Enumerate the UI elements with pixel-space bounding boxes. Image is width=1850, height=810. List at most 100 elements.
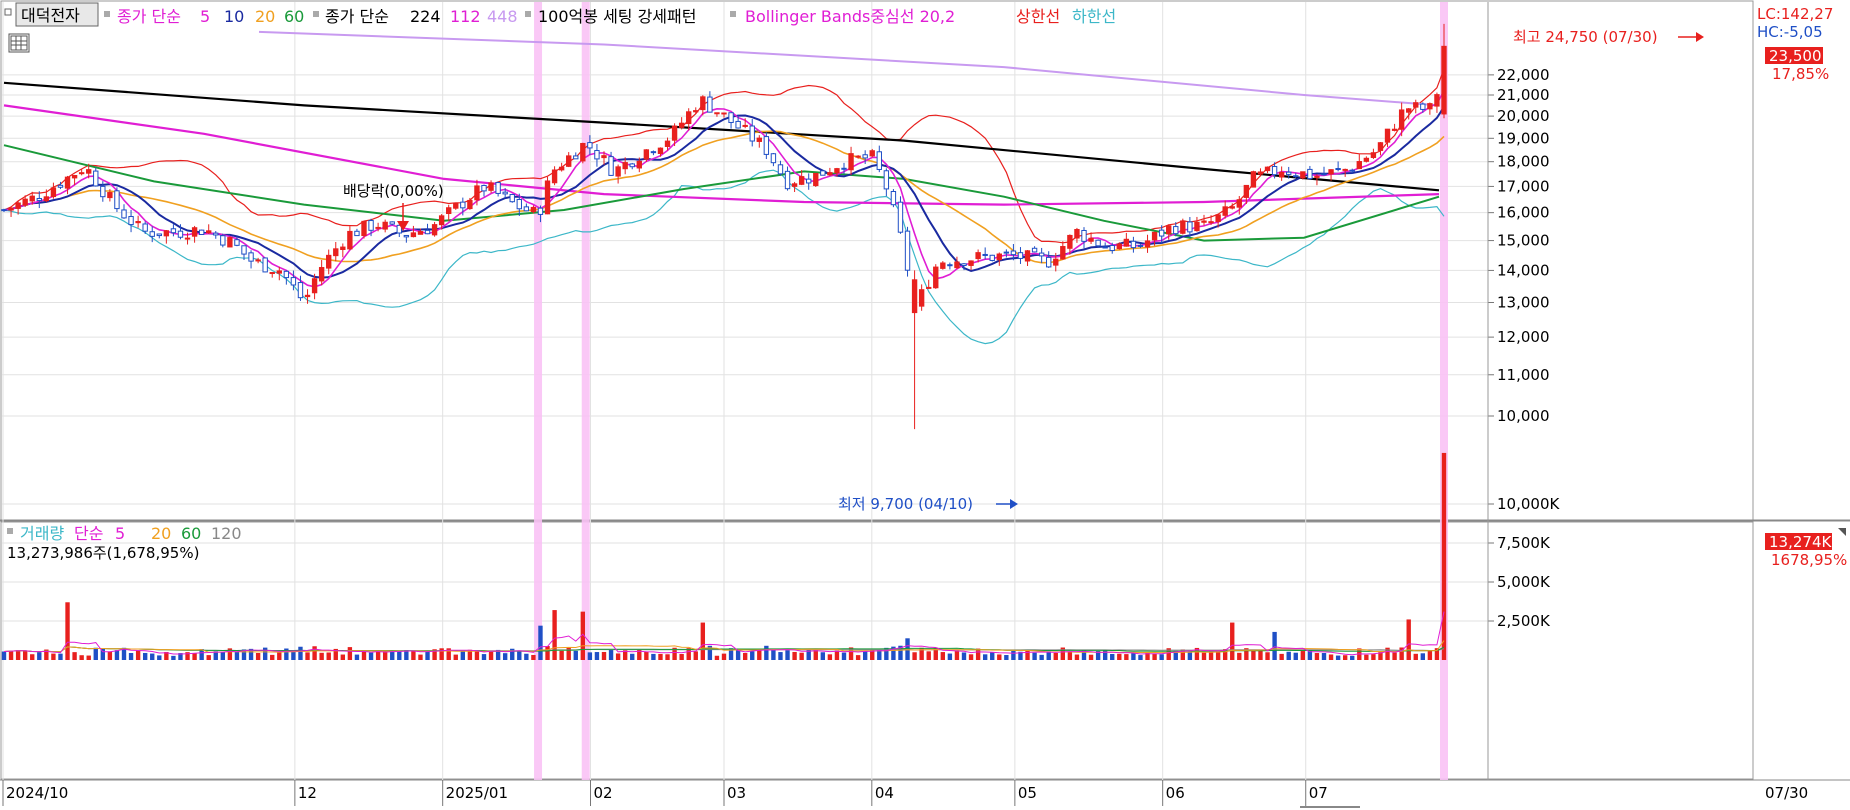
volume-bar — [1300, 651, 1306, 660]
sma-long-label[interactable]: 종가 단순 — [325, 7, 389, 26]
pattern-label[interactable]: 100억봉 세팅 강세패턴 — [538, 7, 696, 26]
candle-body — [968, 260, 974, 266]
price-tick-label: 13,000 — [1497, 293, 1550, 311]
sma-period-112[interactable]: 112 — [450, 7, 481, 26]
candlestick — [1300, 171, 1306, 180]
volume-tick-label: 10,000K — [1497, 495, 1560, 513]
candle-body — [587, 142, 593, 149]
candle-body — [1095, 239, 1101, 247]
dividend-label: 배당락(0,00%) — [343, 182, 444, 200]
candle-body — [481, 184, 487, 192]
volume-bar — [1159, 654, 1164, 660]
sma-period-20[interactable]: 20 — [255, 7, 275, 26]
price-tick-label: 17,000 — [1497, 177, 1550, 195]
legend-square-icon — [104, 11, 110, 17]
volume-bar — [926, 651, 931, 660]
sma-period-5[interactable]: 5 — [200, 7, 210, 26]
candle-body — [1384, 128, 1391, 143]
legend-square-icon — [730, 11, 736, 17]
candle-body — [693, 110, 699, 113]
candle-body — [1349, 169, 1355, 172]
candle-body — [911, 279, 918, 314]
candlestick — [361, 220, 367, 239]
candle-body — [1187, 221, 1193, 233]
candle-body — [417, 231, 424, 235]
candle-body — [474, 185, 480, 201]
candlestick — [509, 193, 515, 203]
volume-bar — [30, 654, 35, 660]
candle-body — [50, 187, 57, 198]
volume-bar — [757, 650, 762, 660]
volume-bar — [587, 652, 593, 660]
volume-bar — [764, 645, 769, 660]
candle-body — [382, 221, 388, 230]
volume-bar — [157, 655, 162, 660]
volume-bar — [347, 647, 353, 660]
volume-bar — [474, 650, 480, 660]
candle-body — [671, 125, 678, 141]
volume-bar — [608, 649, 614, 660]
candle-body — [191, 227, 198, 237]
candle-body — [770, 153, 777, 164]
volume-sma-label[interactable]: 단순 — [74, 524, 103, 543]
candle-body — [1434, 94, 1440, 107]
candlestick — [431, 221, 438, 237]
volume-bar — [1342, 655, 1348, 660]
candlestick — [813, 172, 819, 187]
price-tick-label: 11,000 — [1497, 366, 1550, 384]
sma-period-224[interactable]: 224 — [410, 7, 441, 26]
volume-period-20[interactable]: 20 — [151, 524, 171, 543]
candle-body — [177, 230, 184, 238]
candle-body — [608, 156, 614, 176]
volume-period-5[interactable]: 5 — [115, 524, 125, 543]
candle-body — [862, 154, 868, 159]
sma-period-448[interactable]: 448 — [487, 7, 518, 26]
candlestick — [198, 229, 205, 235]
table-icon[interactable] — [8, 33, 30, 53]
price-tick-label: 18,000 — [1497, 153, 1550, 171]
bollinger-lower-label[interactable]: 하한선 — [1072, 7, 1116, 26]
volume-bar — [192, 653, 197, 660]
volume-bar — [1406, 619, 1411, 660]
volume-bar — [693, 651, 698, 660]
volume-bar — [1124, 654, 1129, 660]
bollinger-label[interactable]: Bollinger Bands중심선 20,2 — [745, 7, 955, 26]
bollinger-upper-label[interactable]: 상한선 — [1016, 7, 1060, 26]
volume-bar — [1230, 622, 1235, 660]
candle-body — [841, 167, 847, 170]
candle-body — [1420, 103, 1426, 110]
candle-body — [1264, 166, 1271, 172]
sma-period-10[interactable]: 10 — [224, 7, 244, 26]
candle-body — [135, 220, 141, 224]
volume-bar — [1272, 631, 1277, 660]
current-price: 23,500 — [1769, 47, 1822, 65]
sma-short-label[interactable]: 종가 단순 — [117, 7, 181, 26]
candle-body — [1406, 108, 1412, 113]
candle-body — [1278, 171, 1285, 178]
volume-current: 13,273,986주(1,678,95%) — [7, 544, 199, 562]
candle-body — [643, 149, 650, 160]
price-tick-label: 20,000 — [1497, 107, 1550, 125]
volume-bar — [234, 651, 240, 660]
volume-bar — [1032, 652, 1037, 660]
candle-body — [1123, 238, 1130, 247]
candle-body — [121, 209, 127, 219]
price-tick-label: 14,000 — [1497, 261, 1550, 279]
volume-period-120[interactable]: 120 — [211, 524, 242, 543]
volume-bar — [368, 652, 374, 660]
sma-period-60[interactable]: 60 — [284, 7, 304, 26]
candle-body — [1335, 168, 1341, 171]
volume-bar — [171, 655, 176, 660]
volume-bar — [792, 651, 797, 660]
candle-body — [791, 183, 798, 187]
candle-body — [954, 261, 960, 269]
volume-bar — [270, 654, 275, 660]
pattern-highlight — [581, 2, 590, 780]
candle-body — [1377, 142, 1384, 151]
candle-body — [926, 286, 932, 289]
candle-body — [813, 172, 819, 187]
pattern-highlight — [1440, 2, 1448, 780]
volume-period-60[interactable]: 60 — [181, 524, 201, 543]
volume-title[interactable]: 거래량 — [20, 524, 64, 543]
candle-body — [1222, 206, 1228, 216]
